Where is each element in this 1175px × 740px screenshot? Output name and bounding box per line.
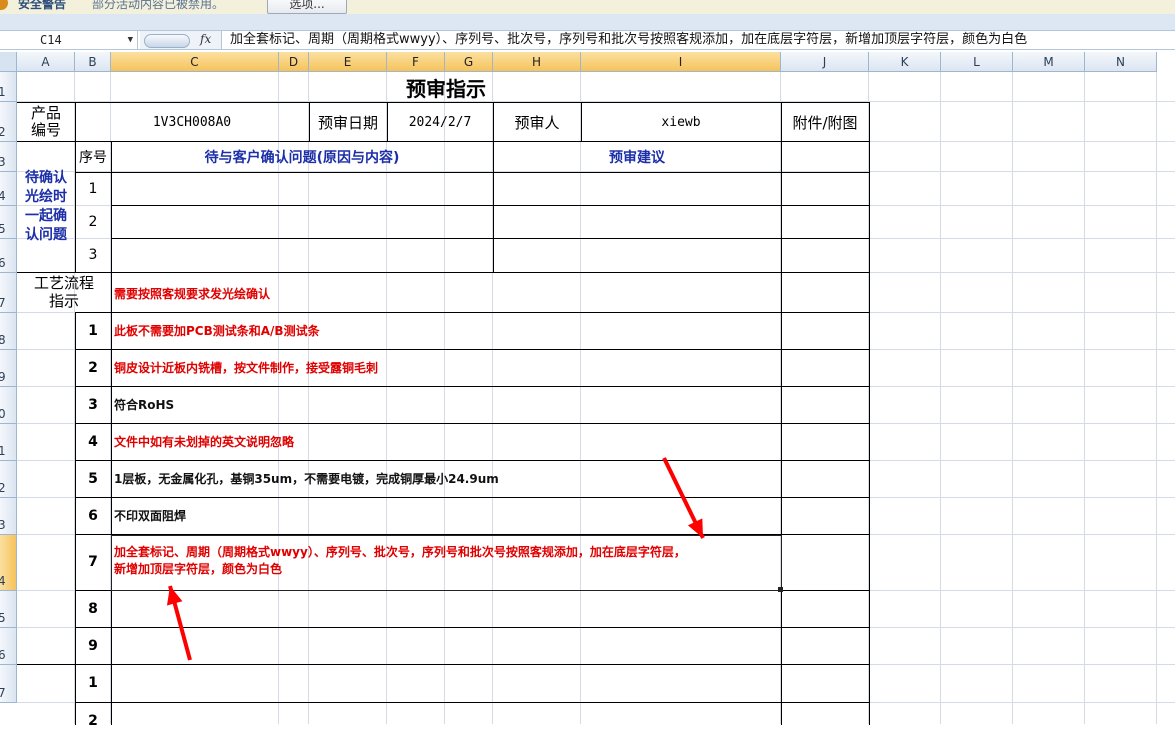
- annotation-arrows: [166, 457, 705, 661]
